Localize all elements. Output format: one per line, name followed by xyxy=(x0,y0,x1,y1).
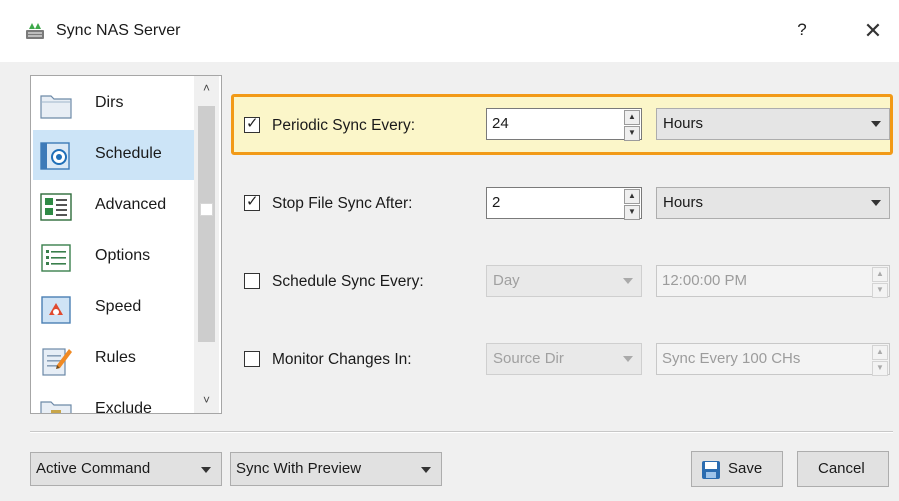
chevron-up-icon[interactable]: ▲ xyxy=(872,345,888,360)
cancel-label: Cancel xyxy=(818,460,865,477)
nav-item-schedule[interactable]: Schedule xyxy=(33,130,195,180)
monitor-changes-label: Monitor Changes In: xyxy=(272,351,412,368)
nav-item-options[interactable]: Options xyxy=(33,232,195,282)
options-icon xyxy=(41,244,71,272)
nav-item-label: Options xyxy=(95,247,151,264)
speed-icon xyxy=(41,296,71,324)
checkmark-icon: ✓ xyxy=(246,115,259,132)
dropdown-arrow-icon xyxy=(201,467,211,473)
chevron-up-icon[interactable]: ▲ xyxy=(624,189,640,204)
stepper-buttons[interactable]: ▲ ▼ xyxy=(624,189,640,220)
dropdown-arrow-icon xyxy=(623,356,633,362)
sync-every-value: Sync Every 100 CHs xyxy=(662,350,801,367)
save-button[interactable]: Save xyxy=(691,451,783,487)
time-value: 12:00:00 PM xyxy=(662,272,748,289)
stepper-value: 2 xyxy=(492,194,501,211)
monitor-source-select[interactable]: Source Dir xyxy=(486,343,642,375)
close-button[interactable]: ✕ xyxy=(860,18,886,44)
cancel-button[interactable]: Cancel xyxy=(797,451,889,487)
stepper-buttons[interactable]: ▲ ▼ xyxy=(624,110,640,141)
schedule-icon xyxy=(40,142,70,170)
select-value: Sync With Preview xyxy=(236,460,362,477)
nas-server-icon xyxy=(26,23,44,39)
schedule-sync-label: Schedule Sync Every: xyxy=(272,273,424,290)
folder-icon xyxy=(40,95,72,119)
exclude-icon xyxy=(40,401,72,413)
active-command-select[interactable]: Active Command xyxy=(30,452,222,486)
sync-nas-server-dialog: Sync NAS Server ? ✕ Dirs Schedule Advanc… xyxy=(0,0,899,501)
chevron-down-icon[interactable]: ▼ xyxy=(872,283,888,298)
monitor-sync-every-field[interactable]: Sync Every 100 CHs ▲ ▼ xyxy=(656,343,890,376)
stop-sync-value-stepper[interactable]: 2 ▲ ▼ xyxy=(486,187,642,220)
nav-item-label: Advanced xyxy=(95,196,167,213)
schedule-sync-time-field[interactable]: 12:00:00 PM ▲ ▼ xyxy=(656,265,890,298)
sync-mode-select[interactable]: Sync With Preview xyxy=(230,452,442,486)
select-value: Hours xyxy=(663,115,704,132)
select-value: Active Command xyxy=(36,460,151,477)
nav-item-label: Dirs xyxy=(95,94,124,111)
dropdown-arrow-icon xyxy=(623,278,633,284)
chevron-up-icon[interactable]: ▲ xyxy=(872,267,888,282)
scroll-grip xyxy=(200,203,213,216)
scroll-down-icon[interactable]: ˅ xyxy=(194,390,219,410)
periodic-sync-label: Periodic Sync Every: xyxy=(272,117,415,134)
select-value: Hours xyxy=(663,194,704,211)
periodic-sync-unit-select[interactable]: Hours xyxy=(656,108,890,140)
periodic-sync-value-stepper[interactable]: 24 ▲ ▼ xyxy=(486,108,642,141)
dropdown-arrow-icon xyxy=(871,121,881,127)
dropdown-arrow-icon xyxy=(421,467,431,473)
nav-item-advanced[interactable]: Advanced xyxy=(33,181,195,231)
nav-item-label: Rules xyxy=(95,349,136,366)
schedule-sync-checkbox[interactable] xyxy=(244,273,260,289)
nav-item-label: Speed xyxy=(95,298,142,315)
checkmark-icon: ✓ xyxy=(246,193,259,210)
stepper-value: 24 xyxy=(492,115,509,132)
title-bar: Sync NAS Server ? ✕ xyxy=(0,0,899,62)
chevron-down-icon[interactable]: ▼ xyxy=(624,126,640,141)
dropdown-arrow-icon xyxy=(871,200,881,206)
monitor-changes-checkbox[interactable] xyxy=(244,351,260,367)
scroll-thumb[interactable] xyxy=(198,106,215,342)
nav-item-exclude[interactable]: Exclude xyxy=(33,385,195,414)
rules-icon xyxy=(42,348,72,376)
stepper-buttons[interactable]: ▲ ▼ xyxy=(872,267,888,298)
select-value: Source Dir xyxy=(493,350,564,367)
nav-item-label: Schedule xyxy=(95,145,162,162)
nav-item-speed[interactable]: Speed xyxy=(33,283,195,333)
help-button[interactable]: ? xyxy=(792,20,812,44)
advanced-icon xyxy=(40,193,72,221)
window-title: Sync NAS Server xyxy=(56,22,181,39)
periodic-sync-checkbox[interactable]: ✓ xyxy=(244,115,260,133)
stepper-buttons[interactable]: ▲ ▼ xyxy=(872,345,888,376)
save-label: Save xyxy=(728,460,763,477)
chevron-down-icon[interactable]: ▼ xyxy=(624,205,640,220)
nav-item-rules[interactable]: Rules xyxy=(33,334,195,384)
select-value: Day xyxy=(493,272,520,289)
divider-highlight xyxy=(30,432,893,433)
nav-scrollbar[interactable]: ˄ ˅ xyxy=(194,76,219,413)
chevron-up-icon[interactable]: ▲ xyxy=(624,110,640,125)
stop-sync-label: Stop File Sync After: xyxy=(272,195,413,212)
stop-sync-checkbox[interactable]: ✓ xyxy=(244,193,260,211)
nav-item-dirs[interactable]: Dirs xyxy=(33,79,195,129)
stop-sync-unit-select[interactable]: Hours xyxy=(656,187,890,219)
schedule-sync-period-select[interactable]: Day xyxy=(486,265,642,297)
scroll-up-icon[interactable]: ˄ xyxy=(194,78,219,98)
chevron-down-icon[interactable]: ▼ xyxy=(872,361,888,376)
save-icon xyxy=(702,461,720,479)
nav-item-label: Exclude xyxy=(95,400,152,414)
